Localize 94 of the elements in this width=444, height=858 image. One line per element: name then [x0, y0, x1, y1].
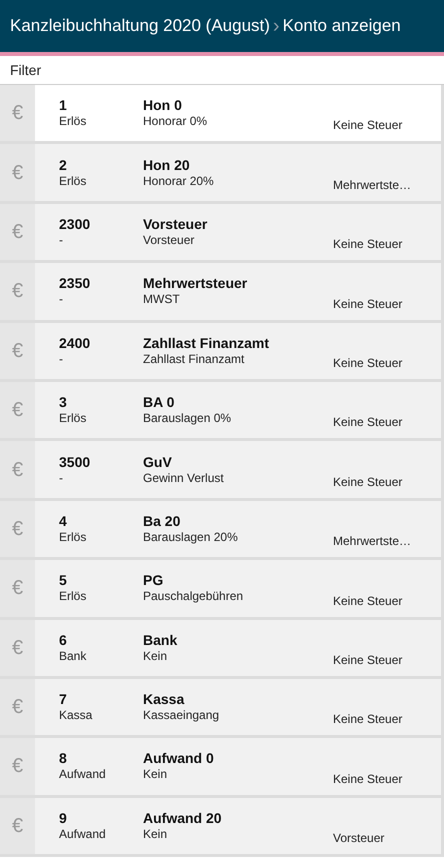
- account-row[interactable]: € 8 Aufwand Aufwand 0 Kein Keine Steuer: [0, 738, 444, 798]
- tax-type: Keine Steuer: [333, 772, 404, 787]
- account-description: Pauschalgebühren: [143, 589, 244, 604]
- account-name: Hon 20: [143, 156, 191, 174]
- account-row[interactable]: € 2 Erlös Hon 20 Honorar 20% Mehrwertste…: [0, 144, 444, 204]
- euro-icon: €: [12, 816, 24, 836]
- account-name: GuV: [143, 454, 173, 471]
- euro-icon: €: [12, 162, 24, 183]
- account-name: Aufwand 0: [143, 750, 215, 768]
- euro-icon: €: [12, 638, 24, 658]
- account-name: Mehrwertsteuer: [143, 275, 248, 292]
- account-description: Barauslagen 20%: [143, 530, 239, 545]
- account-number: 4: [59, 512, 68, 530]
- account-row[interactable]: € 1 Erlös Hon 0 Honorar 0% Keine Steuer: [0, 85, 444, 144]
- account-category: -: [59, 292, 64, 308]
- account-number: 9: [59, 810, 68, 827]
- tax-type: Vorsteuer: [333, 831, 386, 846]
- account-category: Erlös: [59, 589, 88, 604]
- account-description: Honorar 20%: [143, 174, 215, 189]
- account-description: Barauslagen 0%: [143, 411, 232, 426]
- account-name: Ba 20: [143, 512, 182, 530]
- account-number: 6: [59, 632, 68, 649]
- account-number: 2400: [59, 334, 92, 352]
- account-category: Bank: [59, 648, 88, 664]
- account-category: Aufwand: [59, 826, 107, 842]
- account-row[interactable]: € 7 Kassa Kassa Kassaeingang Keine Steuer: [0, 678, 444, 738]
- tax-type: Keine Steuer: [333, 712, 404, 728]
- account-category: Erlös: [59, 114, 88, 130]
- account-description: Honorar 0%: [143, 114, 208, 130]
- account-description: Zahllast Finanzamt: [143, 352, 246, 367]
- tax-type: Keine Steuer: [333, 594, 404, 609]
- breadcrumb-item: Konto anzeigen: [282, 16, 401, 36]
- account-row[interactable]: € 9 Aufwand Aufwand 20 Kein Vorsteuer: [0, 798, 444, 858]
- euro-icon: €: [12, 400, 24, 420]
- tax-type: Keine Steuer: [333, 296, 404, 312]
- account-number: 2: [59, 156, 68, 174]
- tax-type: Keine Steuer: [333, 474, 404, 490]
- euro-icon: €: [12, 460, 24, 480]
- account-description: Kein: [143, 648, 168, 664]
- account-name: Zahllast Finanzamt: [143, 334, 270, 352]
- account-number: 3: [59, 394, 68, 412]
- account-category: Aufwand: [59, 767, 107, 782]
- account-name: Hon 0: [143, 97, 183, 114]
- account-name: Aufwand 20: [143, 810, 223, 827]
- account-row[interactable]: € 3500 - GuV Gewinn Verlust Keine Steuer: [0, 441, 444, 501]
- tax-type: Keine Steuer: [333, 237, 404, 252]
- account-number: 8: [59, 750, 68, 768]
- account-name: Kassa: [143, 691, 186, 708]
- euro-icon: €: [12, 518, 24, 539]
- euro-icon: €: [12, 756, 24, 776]
- euro-icon: €: [12, 222, 24, 242]
- euro-icon: €: [12, 281, 24, 302]
- tax-type: Keine Steuer: [333, 118, 404, 134]
- breadcrumb-item[interactable]: Kanzleibuchhaltung 2020 (August): [10, 16, 270, 36]
- tax-type: Mehrwertste…: [333, 534, 412, 550]
- account-name: Vorsteuer: [143, 216, 208, 233]
- tax-type: Keine Steuer: [333, 652, 404, 668]
- tax-type: Keine Steuer: [333, 356, 404, 371]
- euro-icon: €: [12, 697, 24, 718]
- account-description: Gewinn Verlust: [143, 470, 225, 486]
- account-name: BA 0: [143, 394, 176, 412]
- tax-type: Mehrwertste…: [333, 178, 412, 193]
- account-number: 3500: [59, 454, 92, 471]
- account-category: -: [59, 352, 64, 367]
- account-row[interactable]: € 5 Erlös PG Pauschalgebühren Keine Steuer: [0, 560, 444, 620]
- account-category: Erlös: [59, 530, 88, 545]
- account-number: 2350: [59, 275, 92, 292]
- account-description: MWST: [143, 292, 181, 308]
- account-number: 5: [59, 572, 68, 590]
- euro-icon: €: [12, 578, 24, 598]
- account-row[interactable]: € 3 Erlös BA 0 Barauslagen 0% Keine Steuer: [0, 382, 444, 442]
- account-description: Vorsteuer: [143, 232, 196, 248]
- breadcrumb-separator: ›: [272, 16, 280, 36]
- account-category: Kassa: [59, 708, 94, 724]
- account-row[interactable]: € 4 Erlös Ba 20 Barauslagen 20% Mehrwertste…: [0, 500, 444, 560]
- account-category: -: [59, 232, 64, 248]
- account-number: 7: [59, 691, 68, 708]
- tax-type: Keine Steuer: [333, 415, 404, 430]
- account-name: Bank: [143, 632, 178, 649]
- account-number: 1: [59, 97, 68, 114]
- account-description: Kein: [143, 826, 168, 842]
- account-category: Erlös: [59, 411, 88, 426]
- account-category: Erlös: [59, 174, 88, 189]
- account-description: Kein: [143, 767, 168, 782]
- account-number: 2300: [59, 216, 92, 233]
- account-row[interactable]: € 6 Bank Bank Kein Keine Steuer: [0, 620, 444, 679]
- account-row[interactable]: € 2400 - Zahllast Finanzamt Zahllast Finanzamt Keine Steuer: [0, 322, 444, 382]
- account-name: PG: [143, 572, 164, 590]
- account-row[interactable]: € 2300 - Vorsteuer Vorsteuer Keine Steuer: [0, 204, 444, 264]
- euro-icon: €: [12, 103, 24, 124]
- account-description: Kassaeingang: [143, 708, 220, 724]
- account-row[interactable]: € 2350 - Mehrwertsteuer MWST Keine Steuer: [0, 263, 444, 323]
- account-category: -: [59, 470, 64, 486]
- euro-icon: €: [12, 340, 24, 361]
